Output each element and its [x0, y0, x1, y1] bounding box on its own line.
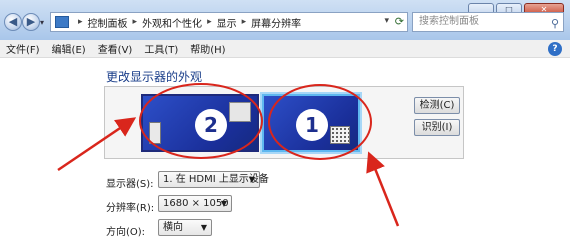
- annotation-arrow-right: [366, 151, 400, 227]
- annotation-arrow-left: [57, 117, 137, 172]
- annotation-arrows: [57, 117, 400, 227]
